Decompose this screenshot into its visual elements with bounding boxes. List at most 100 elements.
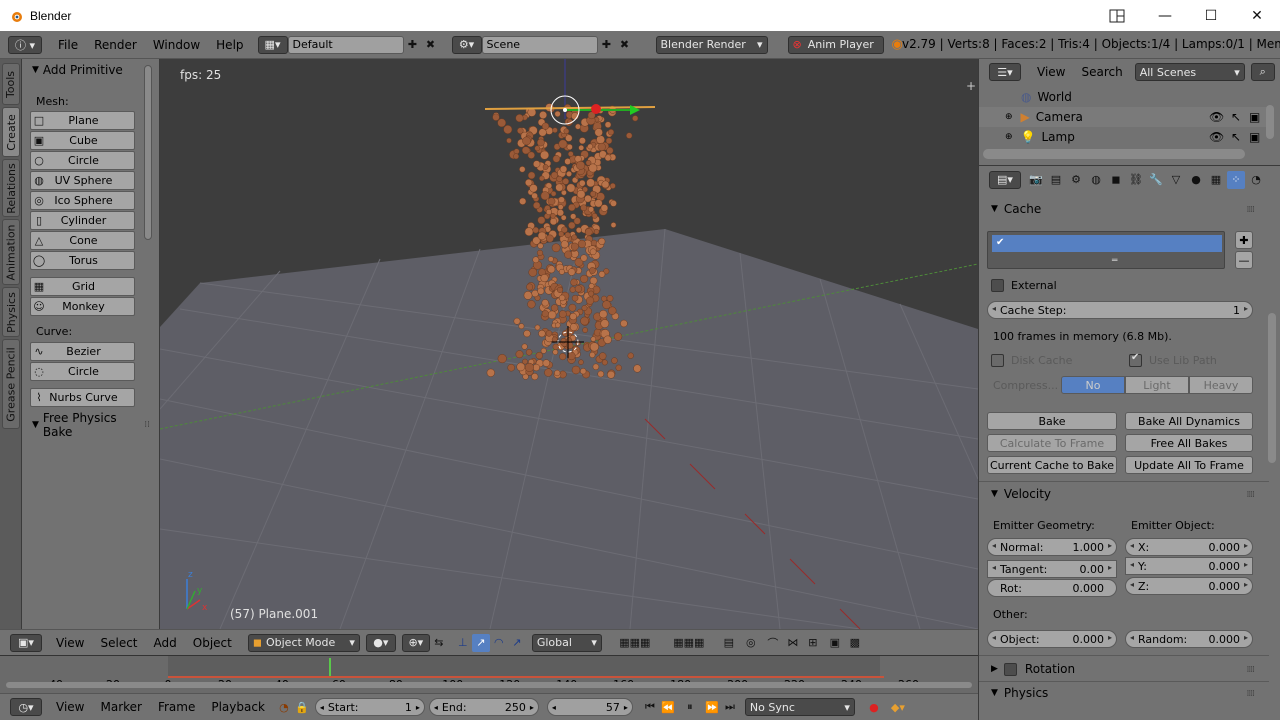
jump-end-icon[interactable]: ⏭ [721,698,739,716]
snap-target-icon[interactable]: ⊞ [804,634,822,652]
free-physics-bake-panel-header[interactable]: ▼ Free Physics Bake ⁞⁞ [22,411,160,439]
add-cube-button[interactable]: ▣ Cube [30,131,135,150]
lock-layers-icon[interactable]: ▤ [720,634,738,652]
cache-step-field[interactable]: ◂ Cache Step: 1 ▸ [987,301,1253,319]
add-curve-circle-button[interactable]: ◌ Circle [30,362,135,381]
drag-grip-icon[interactable]: ⁞⁞⁞⁞ [1247,490,1256,500]
compress-heavy-option[interactable]: Heavy [1189,376,1253,394]
drag-grip-icon[interactable]: ⁞⁞⁞⁞ [1247,205,1256,215]
add-circle-button[interactable]: ○ Circle [30,151,135,170]
timeline-scrollbar[interactable] [6,682,972,688]
editor-type-info-icon[interactable]: ⓘ ▾ [8,35,42,54]
physics-panel-header[interactable]: ▼ Physics [991,686,1048,700]
add-bezier-button[interactable]: ∿ Bezier [30,342,135,361]
search-icon[interactable]: ⌕ [1250,63,1275,81]
3d-viewport[interactable]: z x y + fps: 25 (57) Plane.001 [160,59,978,629]
menu-file[interactable]: File [50,38,86,52]
particles-tab-icon[interactable]: ⁘ [1227,170,1245,189]
menu-help[interactable]: Help [208,38,251,52]
add-grid-button[interactable]: ▦ Grid [30,277,135,296]
tool-shelf-scrollbar[interactable] [144,65,152,240]
rotate-manipulator-icon[interactable]: ↗ [471,633,490,652]
use-lib-path-checkbox[interactable]: ✔ [1129,352,1142,367]
render-camera-icon[interactable]: ▣ [1249,110,1260,124]
world-tab-icon[interactable]: ◍ [1087,171,1105,189]
compress-light-option[interactable]: Light [1125,376,1189,394]
object-velocity-y-field[interactable]: ◂ Y: 0.000 ▸ [1125,557,1253,575]
menu-marker[interactable]: Marker [92,700,149,714]
bake-button[interactable]: Bake [987,412,1117,430]
menu-object[interactable]: Object [185,636,240,650]
layer-buttons-1[interactable]: ▦▦▦ [612,634,658,652]
viewport-shading-icon[interactable]: ●▾ [365,633,396,652]
random-factor-field[interactable]: ◂ Random: 0.000 ▸ [1125,630,1253,648]
menu-view[interactable]: View [1029,65,1073,79]
close-button[interactable]: ✕ [1234,0,1280,31]
add-monkey-button[interactable]: ☺ Monkey [30,297,135,316]
texture-tab-icon[interactable]: ▦ [1207,171,1225,189]
remove-scene-icon[interactable]: ✖ [616,36,634,54]
menu-search[interactable]: Search [1073,65,1130,79]
add-cylinder-button[interactable]: ▯ Cylinder [30,211,135,230]
timeline[interactable]: -40-200204060801001201401601802002202402… [0,655,978,693]
drag-grip-icon[interactable]: ⁞⁞ [144,420,150,430]
tangent-field[interactable]: ◂ Tangent: 0.00 ▸ [987,560,1117,578]
data-tab-icon[interactable]: ▽ [1167,171,1185,189]
point-cache-item[interactable]: ✔ [992,235,1222,252]
current-frame-field[interactable]: ◂ 57 ▸ [546,698,633,716]
menu-view[interactable]: View [48,700,92,714]
menu-render[interactable]: Render [86,38,145,52]
selectability-arrow-icon[interactable]: ↖ [1231,110,1241,124]
point-cache-list[interactable]: ✔ ═ [987,231,1225,269]
jump-keyframe-forward-icon[interactable]: ⏩ [703,698,721,716]
jump-keyframe-back-icon[interactable]: ⏪ [659,698,677,716]
pivot-point-icon[interactable]: ⊕▾ [401,633,430,652]
resize-handle-icon[interactable]: ═ [1112,256,1117,266]
properties-scrollbar[interactable] [1268,313,1276,463]
menu-view[interactable]: View [48,636,92,650]
selectability-arrow-icon[interactable]: ↖ [1231,130,1241,144]
screen-layout-icon[interactable]: ▦▾ [257,35,288,54]
scene-tab-icon[interactable]: ⚙ [1067,171,1085,189]
velocity-panel-header[interactable]: ▼ Velocity [991,487,1051,501]
remove-cache-button[interactable]: — [1235,251,1253,269]
tab-tools[interactable]: Tools [2,63,20,105]
calculate-to-frame-button[interactable]: Calculate To Frame [987,434,1117,452]
lock-time-icon[interactable]: 🔒 [293,698,311,716]
visibility-eye-icon[interactable]: 👁 [1209,130,1224,144]
snap-layout-icon[interactable] [1096,0,1142,31]
menu-frame[interactable]: Frame [150,700,203,714]
outliner-vscrollbar[interactable] [1266,105,1274,139]
record-icon[interactable]: ● [865,698,883,716]
jump-start-icon[interactable]: ⏮ [641,698,659,716]
render-tab-icon[interactable]: 📷 [1027,171,1045,189]
menu-window[interactable]: Window [145,38,208,52]
scene-icon[interactable]: ⚙▾ [451,35,482,54]
orientation-dropdown[interactable]: Global ▾ [531,633,602,652]
add-uv-sphere-button[interactable]: ◍ UV Sphere [30,171,135,190]
render-camera-icon[interactable]: ▣ [1249,130,1260,144]
add-scene-icon[interactable]: ✚ [598,36,616,54]
constraints-tab-icon[interactable]: ⛓ [1127,171,1145,189]
material-tab-icon[interactable]: ● [1187,171,1205,189]
menu-select[interactable]: Select [92,636,145,650]
render-animation-icon[interactable]: ▩ [846,634,864,652]
tab-animation[interactable]: Animation [2,219,20,285]
modifiers-tab-icon[interactable]: 🔧 [1147,171,1165,189]
anim-player-button[interactable]: ⊗ Anim Player [787,35,884,54]
add-plane-button[interactable]: □ Plane [30,111,135,130]
normal-field[interactable]: ◂ Normal: 1.000 ▸ [987,538,1117,556]
add-primitive-panel-header[interactable]: ▼ Add Primitive [22,59,160,81]
tab-create[interactable]: Create [2,107,20,157]
scene-field[interactable]: Scene [481,35,598,54]
current-frame-line[interactable] [329,658,331,676]
free-all-bakes-button[interactable]: Free All Bakes [1125,434,1253,452]
object-velocity-x-field[interactable]: ◂ X: 0.000 ▸ [1125,538,1253,556]
rotation-enable-checkbox[interactable] [1003,662,1017,676]
outliner-item-lamp[interactable]: ⊕ 💡 Lamp 👁 ↖ ▣ [979,127,1269,147]
drag-grip-icon[interactable]: ⁞⁞⁞⁞ [1247,689,1256,699]
outliner-item-world[interactable]: ◍ World [979,87,1269,107]
add-ico-sphere-button[interactable]: ◎ Ico Sphere [30,191,135,210]
maximize-button[interactable]: ☐ [1188,0,1234,31]
editor-type-timeline-icon[interactable]: ◷▾ [10,698,42,716]
